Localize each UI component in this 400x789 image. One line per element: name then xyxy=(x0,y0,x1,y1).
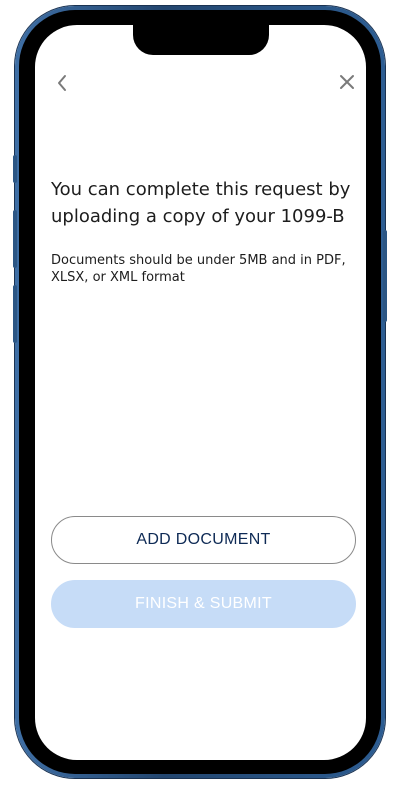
notch xyxy=(133,24,269,55)
document-requirements-note: Documents should be under 5MB and in PDF… xyxy=(51,253,346,285)
close-icon xyxy=(340,75,354,89)
back-button[interactable] xyxy=(54,73,70,93)
screen xyxy=(35,25,366,760)
silent-switch xyxy=(13,155,17,183)
volume-up-button xyxy=(13,210,17,268)
volume-down-button xyxy=(13,285,17,343)
finish-submit-label: FINISH & SUBMIT xyxy=(135,595,272,612)
close-button[interactable] xyxy=(337,72,357,92)
page-title: You can complete this request by uploadi… xyxy=(51,179,351,227)
power-button xyxy=(383,230,387,322)
finish-submit-button[interactable]: FINISH & SUBMIT xyxy=(51,580,356,628)
add-document-label: ADD DOCUMENT xyxy=(136,531,271,548)
add-document-button[interactable]: ADD DOCUMENT xyxy=(51,516,356,564)
chevron-left-icon xyxy=(58,75,66,91)
